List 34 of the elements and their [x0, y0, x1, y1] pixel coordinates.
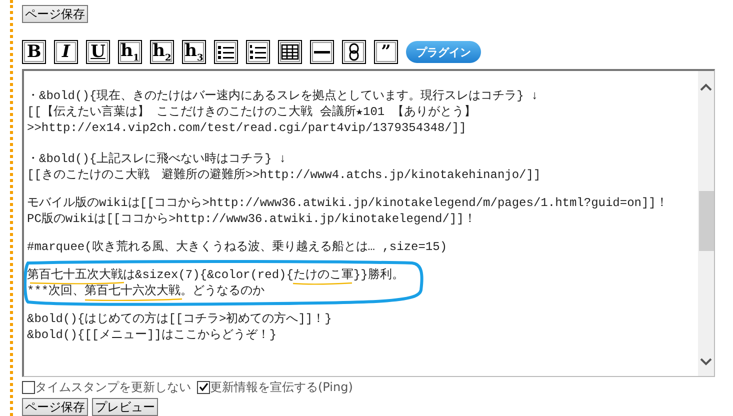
bullet-list-icon[interactable] — [214, 40, 238, 64]
format-button[interactable]: h$_{2}$ — [150, 40, 174, 64]
form-button[interactable]: プレビュー — [92, 398, 158, 416]
markup-line: ・&bold(){現在、きのたけはバー速内にあるスレを拠点としています。現行スレはコチラ} ↓ — [27, 88, 540, 104]
scrollbar[interactable] — [698, 71, 714, 376]
checkbox[interactable] — [197, 381, 210, 394]
markup-line: PC版のwikiは[[ココから>http://www36.atwiki.jp/kinotakelegend/]]！ — [27, 211, 477, 227]
table-icon[interactable] — [278, 40, 302, 64]
format-button[interactable]: ” — [374, 40, 398, 64]
link-icon[interactable] — [342, 40, 366, 64]
form-button[interactable]: ページ保存 — [22, 398, 88, 416]
format-button[interactable]: U — [86, 40, 110, 64]
format-button[interactable]: B — [22, 40, 46, 64]
scroll-up-icon[interactable] — [700, 83, 712, 91]
checkbox[interactable] — [22, 381, 35, 394]
markup-line: 第百七十五次大戦は&sizex(7){&color(red){たけのこ軍}}勝利。 — [27, 267, 405, 283]
markup-line: ***次回、第百七十六次大戦。どうなるのか — [27, 283, 266, 299]
format-button[interactable]: I — [54, 40, 78, 64]
checkbox-label: 更新情報を宣伝する(Ping) — [210, 379, 353, 396]
format-button[interactable]: h$_{3}$ — [182, 40, 206, 64]
checkbox-label: タイムスタンプを更新しない — [35, 379, 191, 396]
scroll-down-icon[interactable] — [700, 358, 712, 366]
markup-line: &bold(){はじめての方は[[コチラ>初めての方へ]]！} — [27, 311, 333, 327]
markup-line: ・&bold(){上記スレに飛べない時はコチラ} ↓ — [27, 151, 288, 167]
save-button[interactable]: ページ保存 — [22, 5, 88, 23]
markup-line: [[きのこたけのこ大戦 避難所の避難所>>http://www4.atchs.jp/kinotakehinanjo/]] — [27, 167, 542, 183]
markup-line: #marquee(吹き荒れる風、大きくうねる波、乗り越える船とは… ,size=15) — [27, 239, 448, 255]
markup-line: [[【伝えたい言葉は】 ここだけきのこたけのこ大戦 会議所★101 【ありがとう】 — [27, 104, 477, 120]
format-button[interactable]: h$_{1}$ — [118, 40, 142, 64]
markup-line: モバイル版のwikiは[[ココから>http://www36.atwiki.jp/kinotakelegend/m/pages/1.html?guid=on]]！ — [27, 195, 669, 211]
markup-line: &bold(){[[メニュー]]はここからどうぞ！} — [27, 327, 278, 343]
markup-line: >>http://ex14.vip2ch.com/test/read.cgi/part4vip/1379354348/]] — [27, 120, 468, 136]
scroll-thumb[interactable] — [698, 191, 714, 251]
numbered-list-icon[interactable] — [246, 40, 270, 64]
